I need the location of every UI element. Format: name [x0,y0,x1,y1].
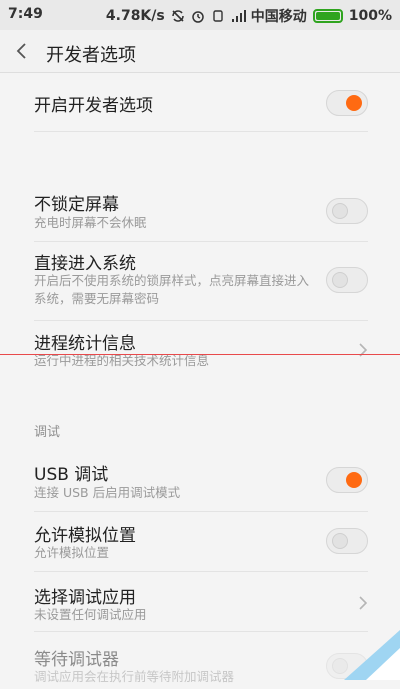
setting-mock-location[interactable]: 允许模拟位置 允许模拟位置 [0,511,400,569]
setting-label: 进程统计信息 [34,334,136,354]
setting-description: 连接 USB 后启用调试模式 [34,485,181,500]
corner-decoration [344,630,400,680]
setting-dev-enable[interactable]: 开启开发者选项 [0,73,400,131]
divider [34,131,368,132]
setting-wait-debugger[interactable]: 等待调试器 调试应用会在执行前等待附加调试器 [0,631,400,689]
usb-debug-toggle[interactable] [326,467,368,493]
sync-off-icon [171,9,185,23]
status-bar: 7:49 4.78K/s 中国移动 100% [0,0,400,30]
setting-label: USB 调试 [34,465,109,485]
chevron-right-icon [358,342,368,358]
chevron-right-icon [358,595,368,611]
battery-percent: 100% [348,8,392,24]
setting-description: 开启后不使用系统的锁屏样式，点亮屏幕直接进入系统，需要无屏幕密码 [34,273,310,306]
setting-label: 开启开发者选项 [34,96,153,116]
setting-description: 允许模拟位置 [34,545,110,560]
setting-no-lock[interactable]: 不锁定屏幕 充电时屏幕不会休眠 [0,183,400,241]
direct-enter-toggle[interactable] [326,267,368,293]
status-right: 4.78K/s 中国移动 100% [106,6,392,26]
network-speed: 4.78K/s [105,8,165,24]
setting-description: 充电时屏幕不会休眠 [34,215,147,230]
setting-process-stats[interactable]: 进程统计信息 运行中进程的相关技术统计信息 [0,320,400,378]
setting-usb-debug[interactable]: USB 调试 连接 USB 后启用调试模式 [0,453,400,511]
setting-select-debug-app[interactable]: 选择调试应用 未设置任何调试应用 [0,571,400,629]
section-header-debug: 调试 [34,425,61,440]
mock-location-toggle[interactable] [326,528,368,554]
alarm-icon [191,9,205,23]
dev-enable-toggle[interactable] [326,90,368,116]
setting-label: 允许模拟位置 [34,526,136,546]
back-arrow-icon[interactable] [14,40,30,62]
setting-label: 选择调试应用 [34,588,136,608]
overlay-red-line [0,354,400,355]
setting-label: 不锁定屏幕 [34,195,119,215]
setting-direct-enter[interactable]: 直接进入系统 开启后不使用系统的锁屏样式，点亮屏幕直接进入系统，需要无屏幕密码 [0,241,400,321]
no-lock-toggle[interactable] [326,198,368,224]
signal-icon [231,9,246,23]
setting-label: 直接进入系统 [34,254,136,274]
setting-description: 调试应用会在执行前等待附加调试器 [34,669,235,684]
battery-icon [312,9,343,23]
sim-icon [211,9,225,23]
setting-description: 未设置任何调试应用 [34,607,147,622]
title-bar: 开发者选项 [0,30,400,73]
page-title: 开发者选项 [46,45,136,66]
status-time: 7:49 [8,6,43,22]
carrier-name: 中国移动 [250,9,307,25]
setting-label: 等待调试器 [34,650,119,670]
